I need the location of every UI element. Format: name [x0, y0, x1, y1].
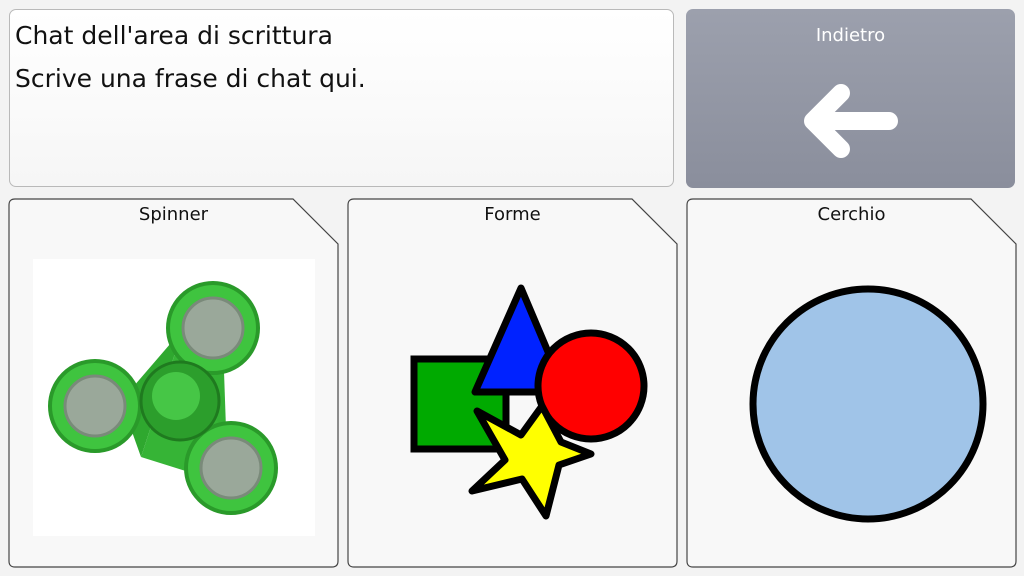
shapes-image	[410, 284, 648, 520]
back-button-label: Indietro	[815, 25, 886, 46]
card-circle[interactable]: Cerchio	[686, 198, 1017, 568]
card-label: Forme	[484, 204, 541, 225]
message-line-1: Chat dell'area di scrittura	[15, 21, 333, 50]
message-line-2: Scrive una frase di chat qui.	[15, 64, 366, 93]
card-shapes[interactable]: Forme	[347, 198, 678, 568]
message-area[interactable]: Chat dell'area di scrittura Scrive una f…	[9, 9, 674, 187]
circle-image	[749, 285, 987, 523]
arrow-left-icon	[804, 84, 898, 158]
card-label: Cerchio	[817, 204, 886, 225]
card-label: Spinner	[138, 204, 209, 225]
fidget-spinner-image	[33, 259, 315, 536]
back-button[interactable]: Indietro	[686, 9, 1015, 188]
card-spinner[interactable]: Spinner	[8, 198, 339, 568]
